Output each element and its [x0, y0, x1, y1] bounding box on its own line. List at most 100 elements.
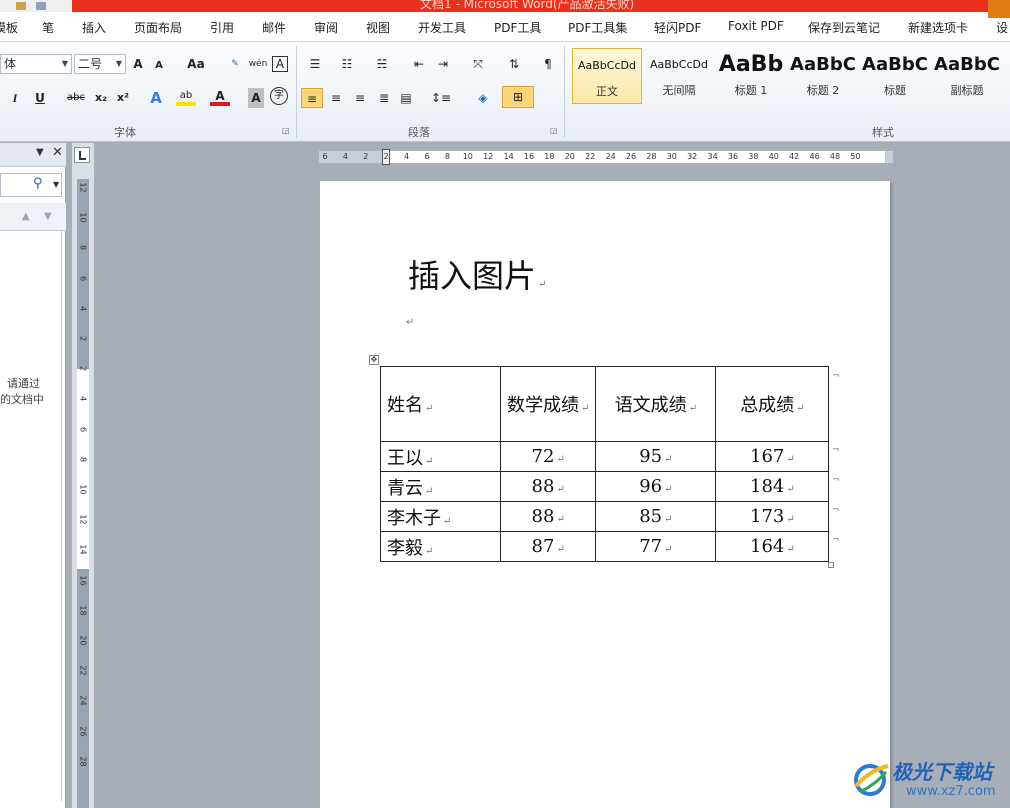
italic-button[interactable]: I — [8, 88, 22, 108]
chevron-down-icon[interactable]: ▼ — [53, 180, 59, 189]
underline-button[interactable]: U — [32, 88, 48, 108]
table-cell[interactable]: 李毅 ↵ — [380, 531, 501, 562]
paragraph-dialog-launcher-icon[interactable]: ◲ — [550, 126, 558, 135]
search-icon[interactable]: ⚲ — [33, 176, 43, 191]
highlight-button[interactable]: ab — [176, 86, 196, 106]
character-shading-button[interactable]: A — [248, 88, 264, 108]
table-cell[interactable]: 88 ↵ — [499, 501, 597, 532]
table-cell[interactable]: 85 ↵ — [595, 501, 717, 532]
font-name-select[interactable]: 体 ▼ — [0, 54, 72, 74]
document-title[interactable]: 插入图片 ↵ — [408, 251, 546, 297]
grow-font-button[interactable]: A — [130, 54, 146, 74]
table-cell[interactable]: 李木子 ↵ — [380, 501, 501, 532]
style-heading-2[interactable]: AaBbC 标题 2 — [788, 48, 858, 104]
horizontal-ruler[interactable]: 6 4 2 2 4 6 8 10 12 14 16 18 20 22 24 26 28 30 32 34 36 38 40 4… — [318, 149, 894, 165]
vertical-ruler[interactable]: 12 10 8 6 4 2 2 4 6 8 10 12 14 16 18 20 22 24 26 28 — [72, 143, 94, 808]
table-header-cell[interactable]: 数学成绩 ↵ — [499, 366, 597, 442]
table-cell[interactable]: 96 ↵ — [595, 471, 717, 502]
table-cell[interactable]: 95 ↵ — [595, 441, 717, 472]
tab-view[interactable]: 视图 — [366, 19, 390, 36]
style-subtitle[interactable]: AaBbC 副标题 — [932, 48, 1002, 104]
table-header-cell[interactable]: 总成绩 ↵ — [715, 366, 830, 442]
tab-template[interactable]: 模板 — [0, 19, 18, 36]
style-title[interactable]: AaBbC 标题 — [860, 48, 930, 104]
ruler-tick-label: 12 — [78, 514, 88, 525]
tab-pen[interactable]: 笔 — [42, 19, 54, 36]
account-button[interactable] — [988, 0, 1010, 12]
tab-selector-icon[interactable] — [74, 147, 90, 163]
tab-developer[interactable]: 开发工具 — [418, 19, 466, 36]
tab-review[interactable]: 审阅 — [314, 19, 338, 36]
table-cell[interactable]: 青云 ↵ — [380, 471, 501, 502]
change-case-button[interactable]: Aa — [184, 54, 208, 74]
style-heading-1[interactable]: AaBb 标题 1 — [716, 48, 786, 104]
clear-format-icon[interactable]: ✎ — [226, 54, 244, 74]
character-border-button[interactable]: A — [272, 56, 288, 72]
next-result-icon[interactable]: ▼ — [44, 211, 52, 222]
table-cell[interactable]: 王以 ↵ — [380, 441, 501, 472]
numbering-icon[interactable]: ☷ — [336, 54, 358, 74]
style-no-spacing[interactable]: AaBbCcDd 无间隔 — [644, 48, 714, 104]
table-header-cell[interactable]: 语文成绩 ↵ — [595, 366, 717, 442]
ruler-right-margin — [885, 151, 893, 163]
justify-icon[interactable]: ≣ — [374, 88, 394, 108]
quick-access-toolbar[interactable] — [0, 0, 72, 12]
tab-new-tab[interactable]: 新建选项卡 — [908, 19, 968, 36]
table-cell[interactable]: 167 ↵ — [715, 441, 830, 472]
tab-page-layout[interactable]: 页面布局 — [134, 19, 182, 36]
shrink-font-button[interactable]: A — [152, 56, 166, 76]
tab-pdf-tools[interactable]: PDF工具 — [494, 19, 541, 36]
line-spacing-icon[interactable]: ↕≡ — [428, 88, 454, 108]
show-marks-icon[interactable]: ¶ — [540, 54, 556, 74]
table-resize-handle-icon[interactable] — [828, 562, 834, 568]
text-effects-icon[interactable]: A — [146, 88, 166, 108]
undo-icon[interactable] — [36, 2, 46, 10]
table-cell[interactable]: 88 ↵ — [499, 471, 597, 502]
align-center-icon[interactable]: ≡ — [326, 88, 346, 108]
tab-settings[interactable]: 设 — [996, 19, 1008, 36]
tab-mailings[interactable]: 邮件 — [262, 19, 286, 36]
pane-options-icon[interactable]: ▼ — [36, 147, 44, 158]
font-color-button[interactable]: A — [210, 86, 230, 106]
align-right-icon[interactable]: ≡ — [350, 88, 370, 108]
shading-icon[interactable]: ◈ — [470, 88, 496, 108]
font-size-select[interactable]: 二号 ▼ — [74, 54, 126, 74]
table-cell[interactable]: 77 ↵ — [595, 531, 717, 562]
pinyin-guide-button[interactable]: wén — [248, 54, 268, 74]
borders-icon[interactable]: ⊞ — [502, 86, 534, 108]
table-cell[interactable]: 87 ↵ — [499, 531, 597, 562]
chinese-layout-icon[interactable]: ⤧ — [466, 54, 490, 74]
tab-foxit-pdf[interactable]: Foxit PDF — [728, 19, 784, 33]
table-header-cell[interactable]: 姓名 ↵ — [380, 366, 501, 442]
table-cell[interactable]: 164 ↵ — [715, 531, 830, 562]
increase-indent-icon[interactable]: ⇥ — [434, 54, 452, 74]
sort-icon[interactable]: ⇅ — [504, 54, 524, 74]
table-cell[interactable]: 184 ↵ — [715, 471, 830, 502]
save-icon[interactable] — [16, 2, 26, 10]
tab-save-to-cloud[interactable]: 保存到云笔记 — [808, 19, 880, 36]
tab-pdf-toolset[interactable]: PDF工具集 — [568, 19, 627, 36]
enclose-characters-button[interactable]: 字 — [270, 87, 288, 105]
tab-qingshan-pdf[interactable]: 轻闪PDF — [654, 19, 701, 36]
bullets-icon[interactable]: ☰ — [304, 54, 326, 74]
grades-table[interactable]: 姓名 ↵ 数学成绩 ↵ 语文成绩 ↵ 总成绩 ↵ 王以 ↵ 72 ↵ 95 ↵ 167 ↵ 青云… — [380, 366, 830, 562]
subscript-button[interactable]: x₂ — [92, 88, 110, 108]
strikethrough-button[interactable]: abc — [64, 88, 88, 108]
previous-result-icon[interactable]: ▲ — [22, 211, 30, 222]
tab-insert[interactable]: 插入 — [82, 19, 106, 36]
table-cell[interactable]: 173 ↵ — [715, 501, 830, 532]
font-dialog-launcher-icon[interactable]: ◲ — [282, 126, 290, 135]
decrease-indent-icon[interactable]: ⇤ — [410, 54, 428, 74]
tab-references[interactable]: 引用 — [210, 19, 234, 36]
distributed-icon[interactable]: ▤ — [396, 88, 416, 108]
ruler-tick-label: 18 — [544, 152, 555, 161]
align-left-icon[interactable]: ≡ — [301, 88, 323, 108]
table-move-handle-icon[interactable]: ✥ — [369, 355, 379, 365]
superscript-button[interactable]: x² — [114, 88, 132, 108]
close-icon[interactable]: ✕ — [52, 145, 63, 160]
multilevel-list-icon[interactable]: ☵ — [370, 54, 394, 74]
document-page[interactable]: 插入图片 ↵ ↵ ✥ 姓名 ↵ 数学成绩 ↵ 语文成绩 ↵ 总成绩 ↵ 王以 ↵ 72 ↵ 9… — [320, 181, 890, 808]
search-input[interactable]: ⚲ ▼ — [0, 173, 62, 197]
style-normal[interactable]: AaBbCcDd 正文 — [572, 48, 642, 104]
table-cell[interactable]: 72 ↵ — [499, 441, 597, 472]
